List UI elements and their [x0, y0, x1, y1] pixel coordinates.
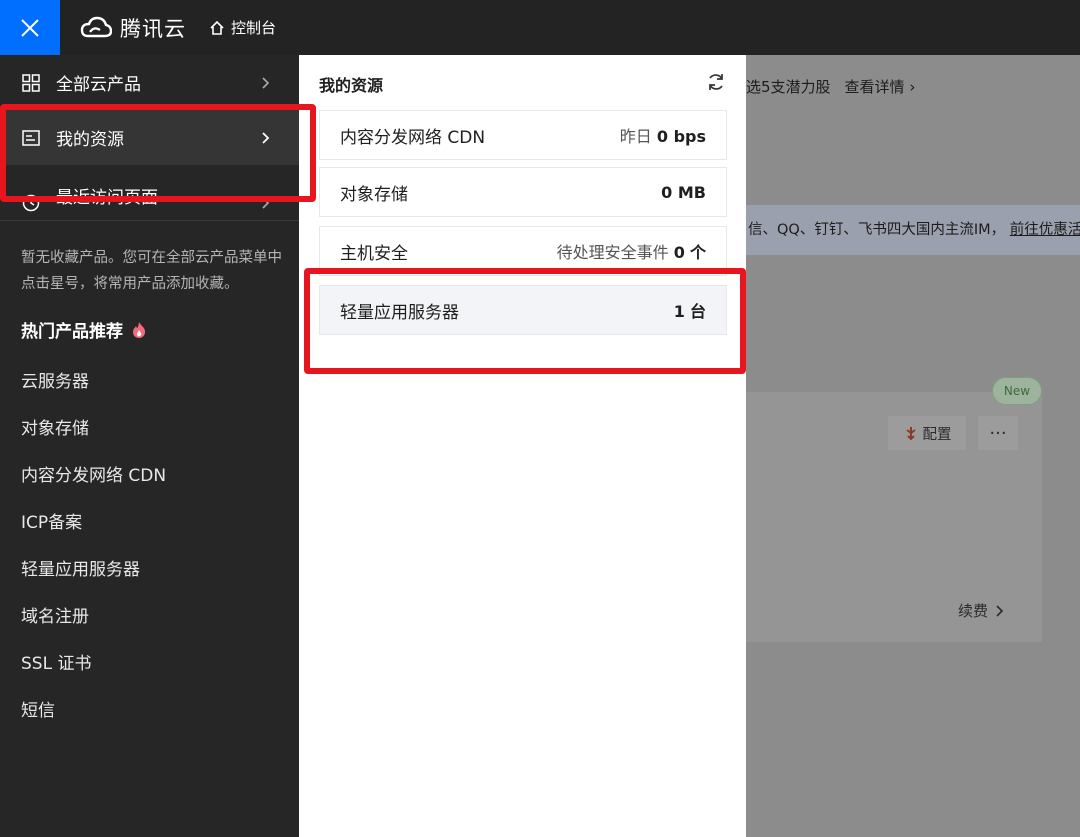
hot-item-cos[interactable]: 对象存储	[21, 414, 89, 439]
console-label: 控制台	[231, 19, 277, 37]
hot-products-label: 热门产品推荐	[21, 322, 123, 342]
resource-item-cdn[interactable]: 内容分发网络 CDN 昨日 0 bps	[319, 110, 727, 160]
metric-value: 0 bps	[656, 127, 706, 146]
grid-icon	[22, 73, 40, 92]
hot-products-title: 热门产品推荐	[21, 317, 147, 342]
resource-name: 主机安全	[340, 243, 408, 264]
sidebar-item-recent-pages[interactable]: 最近访问页面	[0, 165, 299, 220]
resource-item-lighthouse[interactable]: 轻量应用服务器 1 台	[319, 285, 727, 335]
hot-item-icp[interactable]: ICP备案	[21, 508, 82, 533]
sidebar-item-label: 我的资源	[56, 130, 124, 150]
sidebar-item-my-resources[interactable]: 我的资源	[0, 110, 299, 165]
panel-title: 我的资源	[319, 76, 384, 95]
clock-icon	[22, 194, 40, 212]
promo-link[interactable]: 查看详情 ›	[845, 76, 916, 97]
resource-metric: 1 台	[674, 298, 706, 322]
resource-metric: 待处理安全事件 0 个	[557, 239, 706, 263]
favorites-hint: 暂无收藏产品。您可在全部云产品菜单中点击星号，将常用产品添加收藏。	[21, 250, 282, 292]
sidebar-item-all-products[interactable]: 全部云产品	[0, 55, 299, 110]
resource-item-host-security[interactable]: 主机安全 待处理安全事件 0 个	[319, 226, 727, 276]
resource-metric: 昨日 0 bps	[620, 123, 706, 147]
resource-item-cos[interactable]: 对象存储 0 MB	[319, 167, 727, 217]
new-badge: New	[992, 377, 1042, 405]
close-icon	[21, 18, 39, 37]
console-link[interactable]: 控制台	[208, 0, 276, 55]
fire-icon	[133, 321, 146, 338]
promo-banner: 选5支潜力股 查看详情 ›	[746, 70, 915, 102]
more-button[interactable]: ···	[978, 416, 1018, 450]
cloud-logo-icon	[80, 16, 112, 37]
config-icon	[905, 427, 916, 441]
config-label: 配置	[922, 426, 952, 443]
renew-link[interactable]: 续费	[958, 600, 1004, 621]
config-button[interactable]: 配置	[888, 416, 966, 450]
notice-message: 信、QQ、钉钉、飞书四大国内主流IM，	[748, 222, 1006, 238]
brand-name: 腾讯云	[120, 16, 186, 41]
promo-text: 选5支潜力股	[746, 77, 831, 96]
notice-text: 信、QQ、钉钉、飞书四大国内主流IM， 前往优惠活	[748, 218, 1080, 239]
resource-name: 轻量应用服务器	[340, 302, 459, 323]
hot-item-lighthouse[interactable]: 轻量应用服务器	[21, 555, 140, 580]
renew-label: 续费	[958, 602, 989, 620]
chevron-right-icon	[262, 76, 270, 89]
resources-icon	[22, 129, 40, 146]
metric-suffix: 个	[689, 243, 706, 262]
metric-value: 0 MB	[661, 182, 706, 202]
hot-item-sms[interactable]: 短信	[21, 696, 55, 721]
resource-name: 内容分发网络 CDN	[340, 127, 486, 148]
top-bar: 腾讯云 控制台	[0, 0, 1080, 55]
close-menu-button[interactable]	[0, 0, 60, 55]
metric-suffix: 台	[689, 302, 706, 321]
sidebar: 全部云产品 我的资源 最近访问页面 暂无收藏产品。您可在全部云产品菜单中点击星号…	[0, 55, 299, 837]
sidebar-divider	[0, 220, 299, 221]
chevron-right-icon	[996, 604, 1004, 617]
hot-item-cdn[interactable]: 内容分发网络 CDN	[21, 461, 166, 486]
sidebar-item-label: 最近访问页面	[56, 188, 158, 208]
metric-prefix: 昨日	[619, 127, 652, 146]
hot-item-domain[interactable]: 域名注册	[21, 602, 89, 627]
hot-item-cvm[interactable]: 云服务器	[21, 367, 89, 392]
chevron-right-icon	[262, 197, 270, 209]
refresh-icon[interactable]	[706, 72, 726, 92]
my-resources-panel: 我的资源 内容分发网络 CDN 昨日 0 bps 对象存储 0 MB 主机安全 …	[299, 55, 746, 837]
hot-item-ssl[interactable]: SSL 证书	[21, 649, 91, 674]
metric-value: 0	[673, 243, 685, 262]
sidebar-item-label: 全部云产品	[56, 75, 141, 95]
resource-name: 对象存储	[340, 184, 408, 205]
chevron-right-icon	[262, 131, 270, 144]
home-icon	[210, 20, 224, 35]
resource-metric: 0 MB	[661, 183, 706, 202]
notice-link[interactable]: 前往优惠活	[1010, 222, 1080, 238]
metric-prefix: 待处理安全事件	[556, 243, 669, 262]
brand-logo[interactable]: 腾讯云	[80, 0, 186, 55]
metric-value: 1	[673, 302, 685, 321]
